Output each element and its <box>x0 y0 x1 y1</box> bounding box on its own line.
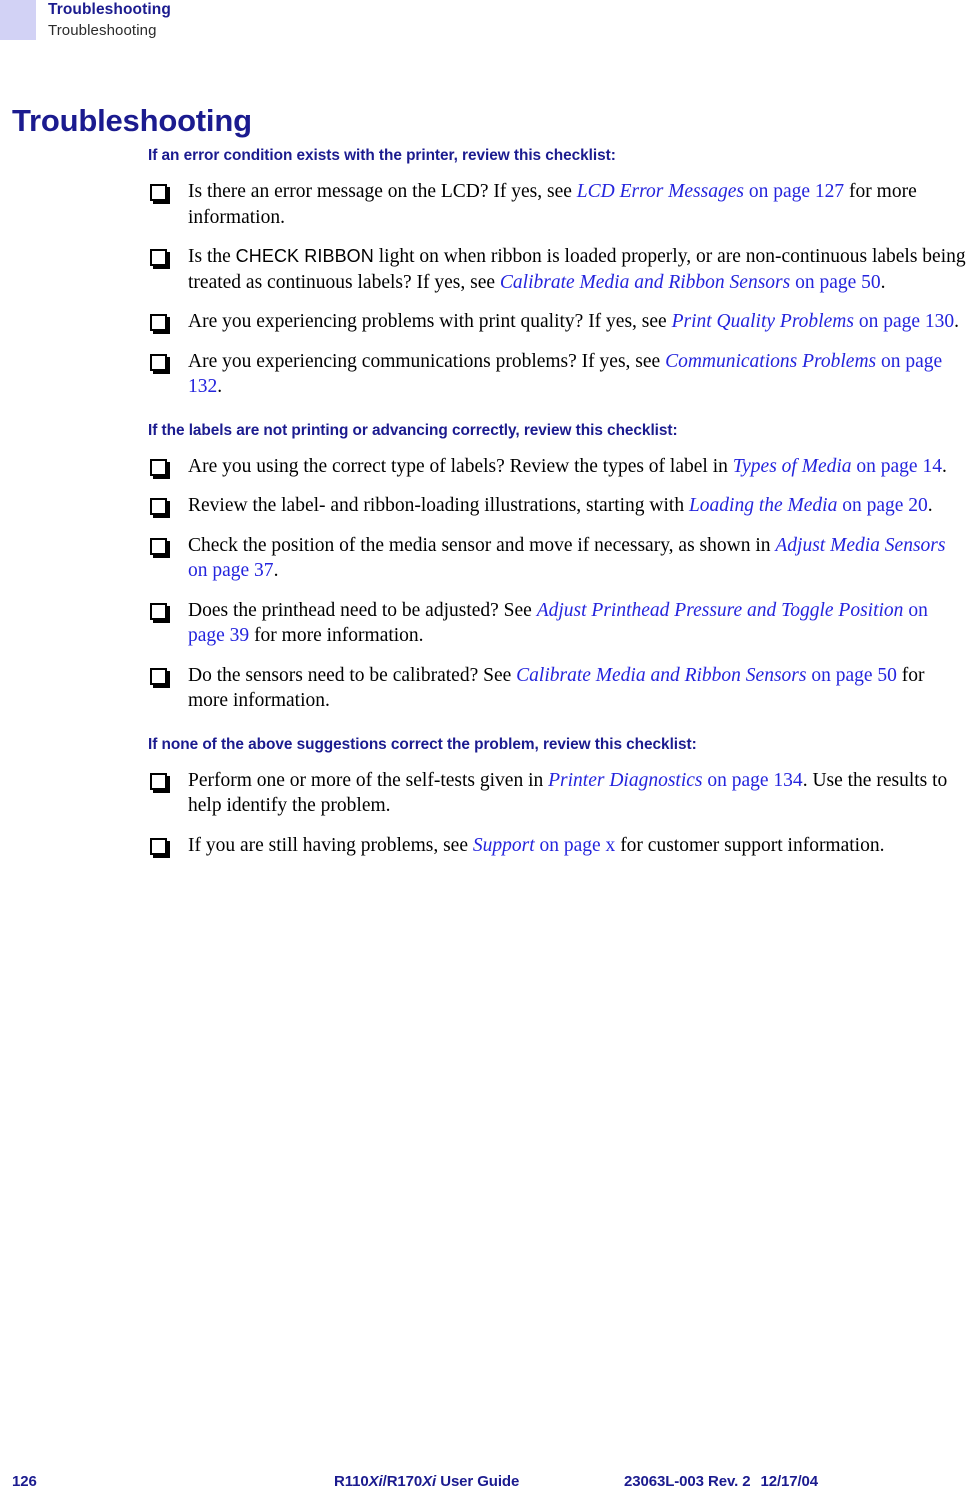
checkbox-icon <box>150 498 167 515</box>
body-text: Review the label- and ribbon-loading ill… <box>188 495 689 516</box>
checkbox-icon <box>150 602 167 620</box>
body-text: for customer support information. <box>615 834 885 856</box>
footer-guide-title: R110Xi/R170Xi User Guide <box>334 1473 519 1490</box>
cross-reference-page-link[interactable]: on page 37 <box>188 560 274 581</box>
body-text: . <box>954 311 959 332</box>
checkbox-icon <box>150 772 167 790</box>
body-text: Are you using the correct type of labels… <box>188 455 733 477</box>
checklist-section: If an error condition exists with the pr… <box>148 146 968 400</box>
cross-reference-link[interactable]: LCD Error Messages <box>577 181 744 202</box>
cross-reference-page-link[interactable]: on page 127 <box>749 181 844 202</box>
cross-reference-link[interactable]: Types of Media <box>733 456 852 477</box>
checklist-section: If the labels are not printing or advanc… <box>148 421 968 714</box>
checklist-item: Are you experiencing communications prob… <box>148 349 968 400</box>
section-heading: If the labels are not printing or advanc… <box>148 421 678 439</box>
document-body: If an error condition exists with the pr… <box>148 146 968 858</box>
body-text: . <box>273 560 279 581</box>
footer-guide-prefix: R110 <box>334 1473 369 1490</box>
checklist-item: Does the printhead need to be adjusted? … <box>148 598 968 649</box>
footer-page-number: 126 <box>12 1473 37 1490</box>
checkbox-icon <box>150 184 167 201</box>
body-text: Perform one or more of the self-tests gi… <box>188 769 549 791</box>
checkbox-icon <box>150 314 167 331</box>
header-chapter-title: Troubleshooting <box>48 1 171 18</box>
body-text: Check the position of the media sensor a… <box>188 534 776 556</box>
body-text: Is there an error message on the LCD? If… <box>188 181 577 202</box>
body-text: Is the <box>188 246 236 267</box>
cross-reference-link[interactable]: Loading the Media <box>689 495 837 516</box>
body-text: Does the printhead need to be adjusted? … <box>188 599 537 621</box>
cross-reference-link[interactable]: Calibrate Media and Ribbon Sensors <box>500 272 790 293</box>
cross-reference-page-link[interactable]: on page 130 <box>859 311 954 332</box>
body-text: . <box>880 271 886 293</box>
cross-reference-link[interactable]: Printer Diagnostics <box>548 770 702 791</box>
page-footer: 126 R110Xi/R170Xi User Guide 23063L-003 … <box>0 1473 974 1499</box>
checklist-item: Is the CHECK RIBBON light on when ribbon… <box>148 244 968 295</box>
checklist: Are you using the correct type of labels… <box>148 454 968 714</box>
checklist-section: If none of the above suggestions correct… <box>148 735 968 859</box>
cross-reference-link[interactable]: Print Quality Problems <box>672 311 854 332</box>
body-text: . <box>927 495 933 516</box>
checklist-item: Are you using the correct type of labels… <box>148 454 968 480</box>
body-text: If you are still having problems, see <box>188 834 473 856</box>
checkbox-icon <box>150 458 167 476</box>
checklist-item: Check the position of the media sensor a… <box>148 533 968 584</box>
footer-guide-suffix: User Guide <box>436 1473 520 1490</box>
footer-guide-middle: /R170 <box>382 1473 423 1490</box>
checklist-item: Are you experiencing problems with print… <box>148 309 968 335</box>
body-text: Are you experiencing problems with print… <box>188 311 672 332</box>
checkbox-icon <box>150 353 167 371</box>
body-text: Do the sensors need to be calibrated? Se… <box>188 664 517 686</box>
body-text: for more information. <box>249 625 424 646</box>
checklist-item: Do the sensors need to be calibrated? Se… <box>148 663 968 714</box>
cross-reference-page-link[interactable]: on page x <box>540 835 616 856</box>
body-text: . <box>941 455 947 477</box>
printer-control-label: CHECK RIBBON <box>235 246 374 266</box>
header-color-swatch <box>0 0 36 40</box>
checklist-item: If you are still having problems, see Su… <box>148 833 968 859</box>
body-text: . <box>217 376 223 397</box>
footer-document-info: 23063L-003 Rev. 2 12/17/04 <box>624 1473 818 1490</box>
page-header: Troubleshooting Troubleshooting <box>0 0 974 56</box>
cross-reference-page-link[interactable]: on page 14 <box>856 456 942 477</box>
cross-reference-page-link[interactable]: on page 50 <box>811 665 897 686</box>
checklist: Is there an error message on the LCD? If… <box>148 179 968 400</box>
checklist-item: Is there an error message on the LCD? If… <box>148 179 968 230</box>
cross-reference-link[interactable]: Support <box>473 835 535 856</box>
cross-reference-link[interactable]: Communications Problems <box>665 351 876 372</box>
footer-doc-number: 23063L-003 Rev. 2 <box>624 1473 751 1490</box>
checklist-item: Perform one or more of the self-tests gi… <box>148 768 968 819</box>
checkbox-icon <box>150 537 167 555</box>
cross-reference-page-link[interactable]: on page 134 <box>707 770 802 791</box>
cross-reference-page-link[interactable]: on page 20 <box>842 495 928 516</box>
checkbox-icon <box>150 837 167 855</box>
checkbox-icon <box>150 249 167 266</box>
body-text: Are you experiencing communications prob… <box>188 350 666 372</box>
footer-guide-model-1: Xi <box>368 1473 383 1490</box>
checklist-item: Review the label- and ribbon-loading ill… <box>148 493 968 519</box>
section-heading: If an error condition exists with the pr… <box>148 147 616 164</box>
checklist: Perform one or more of the self-tests gi… <box>148 768 968 859</box>
footer-guide-model-2: Xi <box>422 1473 437 1490</box>
header-section-title: Troubleshooting <box>48 22 157 39</box>
cross-reference-page-link[interactable]: on page 50 <box>795 272 881 293</box>
cross-reference-link[interactable]: Calibrate Media and Ribbon Sensors <box>516 665 806 686</box>
section-heading: If none of the above suggestions correct… <box>148 735 697 753</box>
cross-reference-link[interactable]: Adjust Printhead Pressure and Toggle Pos… <box>537 600 904 621</box>
footer-doc-date: 12/17/04 <box>760 1473 819 1490</box>
checkbox-icon <box>150 667 167 685</box>
checklist-sections: If an error condition exists with the pr… <box>148 146 968 858</box>
page-title: Troubleshooting <box>12 102 252 138</box>
cross-reference-link[interactable]: Adjust Media Sensors <box>775 535 945 556</box>
